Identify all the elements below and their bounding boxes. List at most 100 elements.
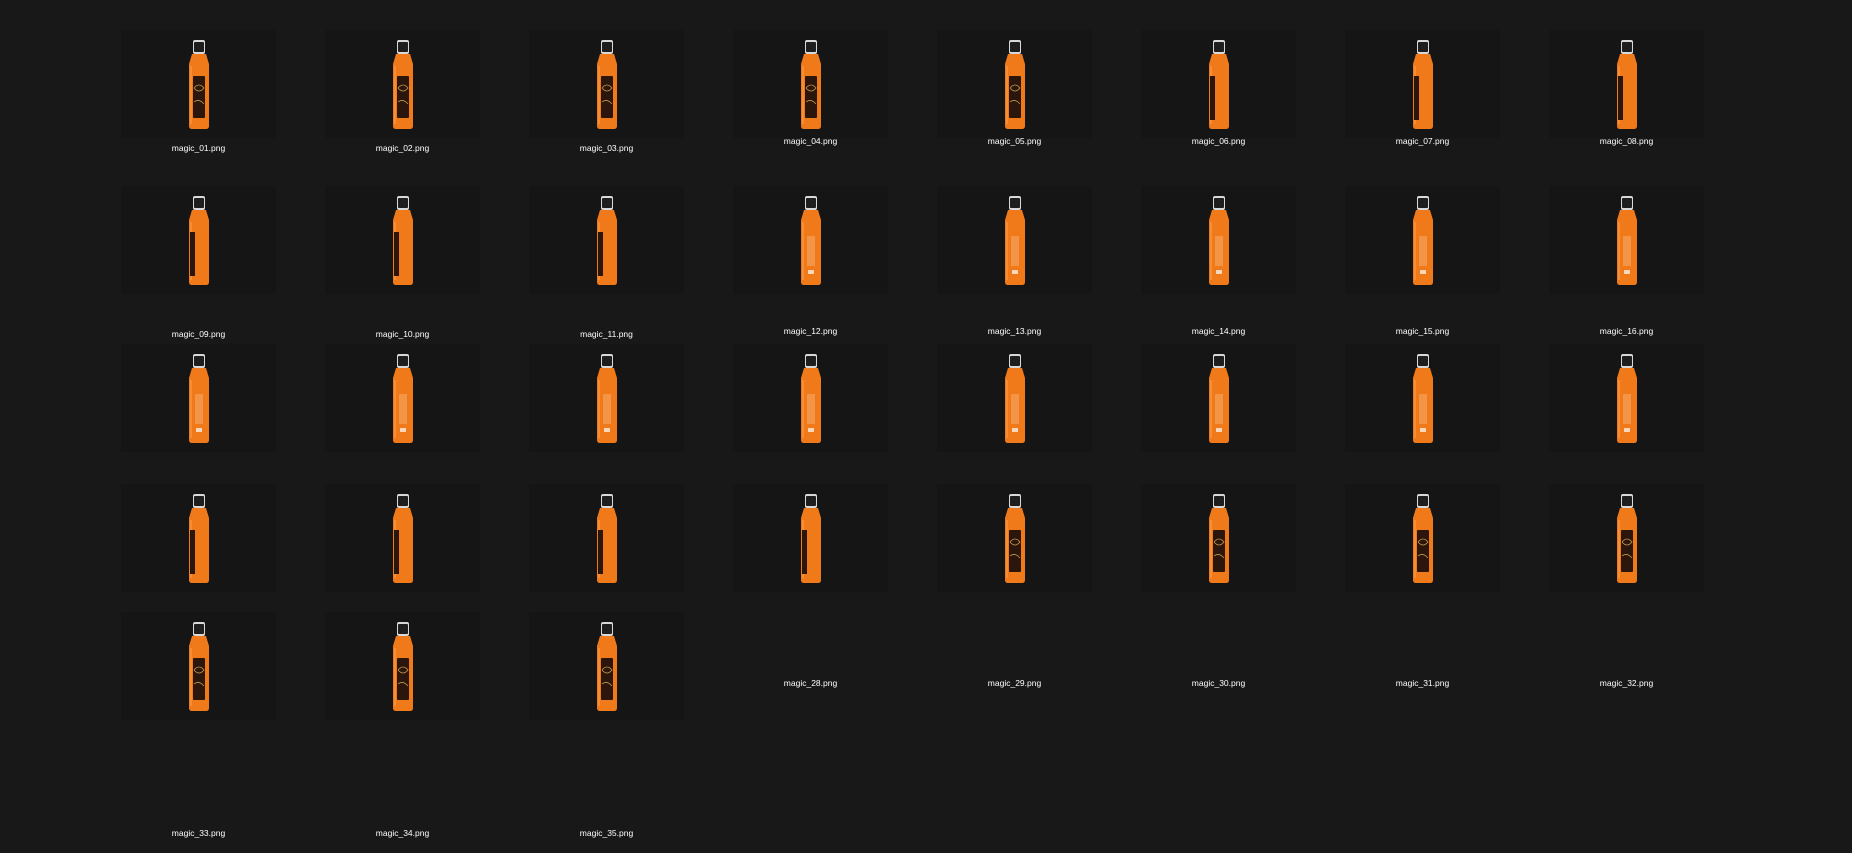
file-name-label: magic_11.png [580, 329, 633, 339]
file-item[interactable]: magic_11.png [526, 186, 726, 339]
image-thumbnail[interactable] [529, 484, 684, 592]
file-name-label: magic_35.png [579, 828, 634, 838]
file-item[interactable]: magic_07.png [1342, 30, 1542, 180]
bottle-thumbnail-icon [392, 622, 413, 711]
file-item[interactable]: magic_35.png [526, 612, 726, 838]
image-thumbnail[interactable] [733, 186, 888, 294]
file-item[interactable]: magic_34.png [322, 612, 522, 838]
image-thumbnail[interactable] [121, 484, 276, 592]
file-item[interactable]: magic_03.png [526, 30, 726, 180]
file-name-label: magic_29.png [987, 678, 1042, 688]
file-item[interactable]: magic_29.png [934, 484, 1134, 688]
image-thumbnail[interactable] [733, 344, 888, 452]
image-thumbnail[interactable] [1345, 186, 1500, 294]
file-item[interactable]: magic_28.png [730, 484, 930, 688]
bottle-thumbnail-icon [188, 354, 209, 443]
file-item[interactable]: magic_30.png [1138, 484, 1338, 688]
bottle-thumbnail-icon [392, 196, 413, 285]
image-thumbnail[interactable] [1549, 484, 1704, 592]
image-thumbnail[interactable] [1345, 344, 1500, 452]
bottle-thumbnail-icon [800, 354, 821, 443]
file-name-label: magic_32.png [1599, 678, 1654, 688]
image-thumbnail[interactable] [325, 612, 480, 720]
file-item[interactable]: magic_24.png [1546, 344, 1746, 523]
bottle-thumbnail-icon [1208, 494, 1229, 583]
bottle-thumbnail-icon [1616, 494, 1637, 583]
image-thumbnail[interactable] [937, 484, 1092, 592]
bottle-thumbnail-icon [596, 354, 617, 443]
image-thumbnail[interactable] [325, 30, 480, 138]
file-item[interactable]: magic_23.png [1342, 344, 1542, 523]
bottle-thumbnail-icon [1004, 354, 1025, 443]
file-item[interactable]: magic_12.png [730, 186, 930, 336]
file-item[interactable]: magic_20.png [730, 344, 930, 523]
image-thumbnail[interactable] [529, 344, 684, 452]
file-item[interactable]: magic_02.png [322, 30, 522, 180]
file-item[interactable]: magic_21.png [934, 344, 1134, 523]
image-thumbnail[interactable] [937, 30, 1092, 138]
file-item[interactable]: magic_13.png [934, 186, 1134, 336]
image-thumbnail[interactable] [1141, 186, 1296, 294]
file-item[interactable]: magic_14.png [1138, 186, 1338, 336]
bottle-thumbnail-icon [1412, 40, 1433, 129]
image-thumbnail[interactable] [121, 612, 276, 720]
file-name-label: magic_15.png [1395, 326, 1450, 336]
image-thumbnail[interactable] [121, 186, 276, 294]
file-name-label: magic_09.png [171, 329, 226, 339]
file-item[interactable]: magic_06.png [1138, 30, 1338, 180]
image-thumbnail[interactable] [529, 30, 684, 138]
image-thumbnail[interactable] [325, 344, 480, 452]
bottle-thumbnail-icon [392, 40, 413, 129]
image-thumbnail[interactable] [121, 344, 276, 452]
file-thumbnail-grid: magic_01.png magic_02.png magic_03.png magi… [0, 0, 1852, 853]
bottle-thumbnail-icon [800, 494, 821, 583]
file-item[interactable]: magic_18.png [322, 344, 522, 525]
image-thumbnail[interactable] [1345, 30, 1500, 138]
file-item[interactable]: magic_09.png [118, 186, 318, 339]
image-thumbnail[interactable] [325, 484, 480, 592]
bottle-thumbnail-icon [1208, 40, 1229, 129]
image-thumbnail[interactable] [121, 30, 276, 138]
bottle-thumbnail-icon [1004, 40, 1025, 129]
file-item[interactable]: magic_05.png [934, 30, 1134, 180]
file-item[interactable]: magic_19.png [526, 344, 726, 525]
image-thumbnail[interactable] [733, 484, 888, 592]
file-name-label: magic_02.png [375, 143, 430, 153]
bottle-thumbnail-icon [800, 196, 821, 285]
file-item[interactable]: magic_04.png [730, 30, 930, 180]
file-name-label: magic_33.png [171, 828, 226, 838]
file-item[interactable]: magic_31.png [1342, 484, 1542, 688]
file-name-label: magic_14.png [1191, 326, 1246, 336]
image-thumbnail[interactable] [529, 186, 684, 294]
bottle-thumbnail-icon [188, 196, 209, 285]
file-item[interactable]: magic_16.png [1546, 186, 1746, 336]
image-thumbnail[interactable] [1345, 484, 1500, 592]
file-item[interactable]: magic_10.png [322, 186, 522, 339]
file-item[interactable]: magic_33.png [118, 612, 318, 838]
image-thumbnail[interactable] [1141, 344, 1296, 452]
image-thumbnail[interactable] [937, 186, 1092, 294]
bottle-thumbnail-icon [1412, 196, 1433, 285]
file-item[interactable]: magic_17.png [118, 344, 318, 525]
image-thumbnail[interactable] [529, 612, 684, 720]
file-item[interactable]: magic_15.png [1342, 186, 1542, 336]
image-thumbnail[interactable] [1141, 484, 1296, 592]
file-name-label: magic_06.png [1191, 136, 1246, 146]
image-thumbnail[interactable] [1549, 344, 1704, 452]
image-thumbnail[interactable] [937, 344, 1092, 452]
bottle-thumbnail-icon [1412, 494, 1433, 583]
file-item[interactable]: magic_08.png [1546, 30, 1746, 180]
bottle-thumbnail-icon [188, 494, 209, 583]
file-name-label: magic_05.png [987, 136, 1042, 146]
bottle-thumbnail-icon [1004, 494, 1025, 583]
image-thumbnail[interactable] [1549, 186, 1704, 294]
image-thumbnail[interactable] [1549, 30, 1704, 138]
file-name-label: magic_04.png [783, 136, 838, 146]
image-thumbnail[interactable] [733, 30, 888, 138]
file-item[interactable]: magic_32.png [1546, 484, 1746, 688]
image-thumbnail[interactable] [325, 186, 480, 294]
bottle-thumbnail-icon [188, 40, 209, 129]
file-item[interactable]: magic_01.png [118, 30, 318, 180]
file-item[interactable]: magic_22.png [1138, 344, 1338, 523]
image-thumbnail[interactable] [1141, 30, 1296, 138]
